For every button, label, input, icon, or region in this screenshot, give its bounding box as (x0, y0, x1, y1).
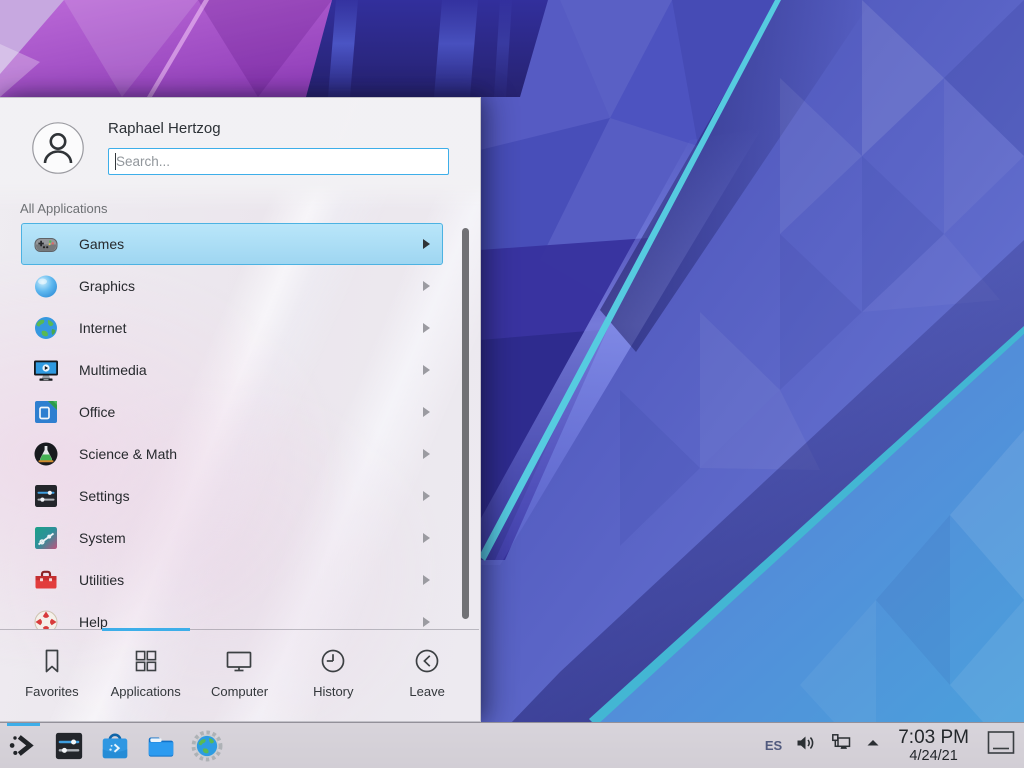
office-document-icon (32, 398, 60, 426)
media-screen-icon (32, 356, 60, 384)
globe-icon (32, 314, 60, 342)
submenu-arrow-icon (423, 491, 430, 501)
category-label: Settings (79, 488, 130, 504)
user-avatar[interactable] (32, 122, 84, 174)
submenu-arrow-icon (423, 575, 430, 585)
category-label: System (79, 530, 126, 546)
category-label: Internet (79, 320, 126, 336)
tab-applications[interactable]: Applications (99, 630, 193, 722)
tab-computer[interactable]: Computer (193, 630, 287, 722)
web-browser-button[interactable] (191, 730, 223, 762)
tab-label: History (313, 684, 353, 699)
show-desktop-button[interactable] (986, 728, 1016, 763)
search-field-wrap (108, 148, 449, 175)
settings-sliders-icon (32, 482, 60, 510)
web-browser-icon (191, 730, 223, 762)
app-category-settings[interactable]: Settings (21, 475, 443, 517)
submenu-arrow-icon (423, 533, 430, 543)
category-label: Multimedia (79, 362, 147, 378)
footer-tabbar: Favorites Applications C (0, 629, 479, 722)
app-category-list: Games Graphics (0, 223, 480, 629)
tab-label: Applications (111, 684, 181, 699)
network-icon[interactable] (830, 732, 852, 759)
section-label: All Applications (20, 201, 107, 216)
submenu-arrow-icon (423, 617, 430, 627)
volume-icon[interactable] (795, 732, 817, 759)
system-sliders-icon (32, 524, 60, 552)
clock-widget[interactable]: 7:03 PM 4/24/21 (898, 728, 969, 764)
category-label: Help (79, 614, 108, 629)
category-label: Office (79, 404, 115, 420)
app-category-utilities[interactable]: Utilities (21, 559, 443, 601)
expand-tray-icon[interactable] (865, 735, 881, 756)
user-icon (32, 122, 84, 174)
bookmark-icon (37, 646, 67, 676)
active-task-indicator (7, 723, 40, 726)
paint-sphere-icon (32, 272, 60, 300)
app-category-system[interactable]: System (21, 517, 443, 559)
desktop: Raphael Hertzog All Applications (0, 0, 1024, 768)
app-category-games[interactable]: Games (21, 223, 443, 265)
submenu-arrow-icon (423, 239, 430, 249)
show-desktop-icon (986, 728, 1016, 758)
exit-icon (412, 646, 442, 676)
kickoff-launcher-button[interactable] (7, 730, 39, 762)
system-settings-button[interactable] (53, 730, 85, 762)
gamepad-icon (32, 230, 60, 258)
tab-label: Favorites (25, 684, 78, 699)
category-label: Science & Math (79, 446, 177, 462)
category-label: Games (79, 236, 124, 252)
clock-date: 4/24/21 (898, 748, 969, 764)
list-scrollbar[interactable] (462, 228, 469, 619)
clock-time: 7:03 PM (898, 728, 969, 748)
app-category-help[interactable]: Help (21, 601, 443, 629)
app-category-graphics[interactable]: Graphics (21, 265, 443, 307)
search-input[interactable] (108, 148, 449, 175)
lifebuoy-icon (32, 608, 60, 629)
app-category-office[interactable]: Office (21, 391, 443, 433)
kickoff-launcher-icon (7, 730, 39, 762)
app-category-multimedia[interactable]: Multimedia (21, 349, 443, 391)
discover-store-button[interactable] (99, 730, 131, 762)
submenu-arrow-icon (423, 323, 430, 333)
user-name: Raphael Hertzog (108, 120, 221, 137)
toolbox-icon (32, 566, 60, 594)
submenu-arrow-icon (423, 281, 430, 291)
clock-icon (318, 646, 348, 676)
monitor-icon (224, 646, 254, 676)
tab-label: Computer (211, 684, 268, 699)
tab-label: Leave (409, 684, 444, 699)
discover-store-icon (99, 730, 131, 762)
system-settings-icon (53, 730, 85, 762)
science-flask-icon (32, 440, 60, 468)
category-label: Graphics (79, 278, 135, 294)
category-label: Utilities (79, 572, 124, 588)
text-caret (115, 153, 116, 170)
app-category-internet[interactable]: Internet (21, 307, 443, 349)
keyboard-layout-indicator[interactable]: ES (765, 738, 782, 753)
taskbar: ES (0, 722, 1024, 768)
taskbar-launchers (7, 730, 223, 762)
tab-history[interactable]: History (286, 630, 380, 722)
system-tray: ES (765, 728, 1016, 764)
submenu-arrow-icon (423, 407, 430, 417)
application-launcher-menu: Raphael Hertzog All Applications (0, 97, 481, 722)
tab-favorites[interactable]: Favorites (5, 630, 99, 722)
file-manager-button[interactable] (145, 730, 177, 762)
app-grid-icon (131, 646, 161, 676)
submenu-arrow-icon (423, 449, 430, 459)
submenu-arrow-icon (423, 365, 430, 375)
tab-leave[interactable]: Leave (380, 630, 474, 722)
app-category-science-math[interactable]: Science & Math (21, 433, 443, 475)
file-manager-icon (145, 730, 177, 762)
